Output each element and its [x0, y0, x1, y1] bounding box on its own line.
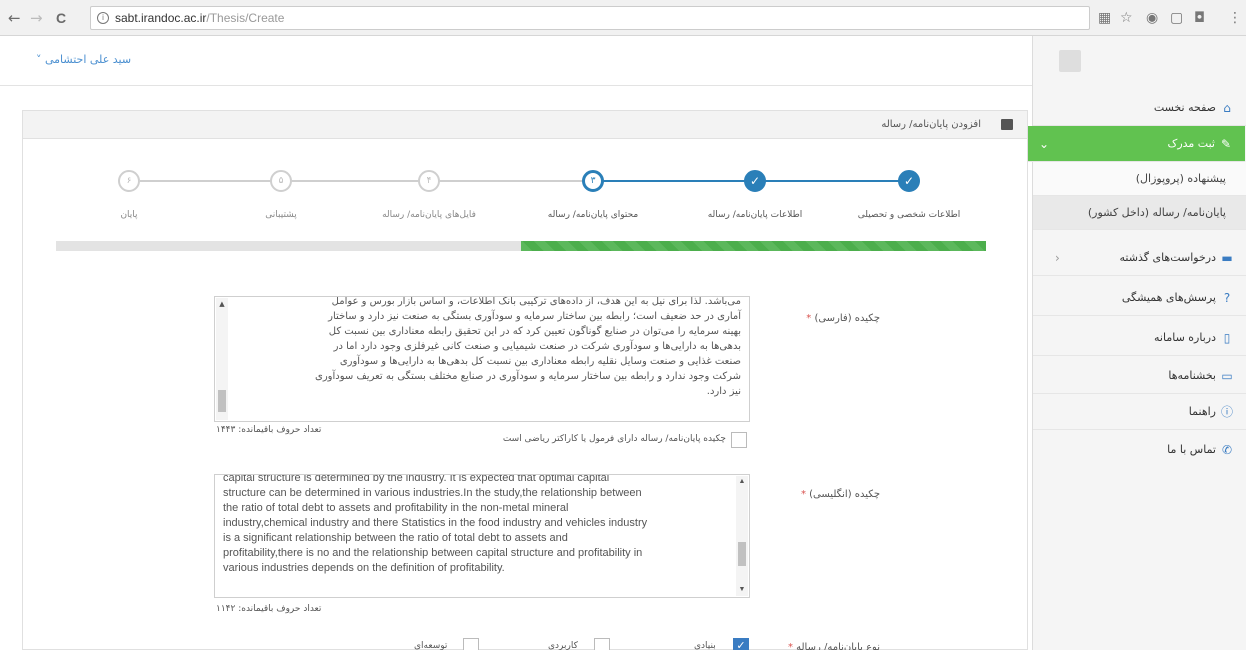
progress-bar-fill	[521, 241, 986, 251]
abstract-fa-line: می‌باشد. لذا برای نیل به این هدف، از داد…	[331, 296, 741, 307]
help-icon: ?	[1223, 291, 1231, 305]
sidebar-item-label: درخواست‌های گذشته	[1119, 251, 1216, 264]
user-menu[interactable]: سید علی احتشامی ˅	[36, 53, 131, 66]
back-icon[interactable]: ←	[8, 9, 21, 27]
sidebar-item-label: راهنما	[1188, 405, 1216, 418]
scroll-down-icon[interactable]: ▼	[738, 586, 746, 594]
sidebar-subitem-proposal[interactable]: پیشنهاده (پروپوزال)	[1033, 162, 1246, 196]
abstract-fa-line: شرکت وجود ندارد و رابطه بین ساختار سرمای…	[315, 371, 741, 382]
scroll-up-icon[interactable]: ▲	[738, 478, 746, 486]
field-label-text: نوع پایان‌نامه/ رساله	[796, 642, 880, 650]
home-icon: ⌂	[1223, 101, 1231, 115]
scrollbar[interactable]: ▲ ▼	[736, 476, 748, 596]
field-label-text: چکیده (انگلیسی)	[809, 489, 880, 500]
thesis-type-label: نوع پایان‌نامه/ رساله *	[770, 642, 880, 650]
abstract-en-line: capital structure is determined by the i…	[223, 474, 610, 484]
page-title: افزودن پایان‌نامه/ رساله	[881, 119, 981, 130]
panel-header: افزودن پایان‌نامه/ رساله	[23, 111, 1027, 139]
formula-checkbox-label: چکیده پایان‌نامه/ رساله دارای فرمول یا ک…	[502, 434, 726, 444]
sidebar-item-label: درباره سامانه	[1154, 331, 1216, 344]
sidebar-item-register[interactable]: ✎ ثبت مدرک ⌄	[1023, 126, 1245, 162]
url-path: /Thesis/Create	[206, 11, 285, 25]
abstract-fa-label: چکیده (فارسی) *	[806, 313, 880, 324]
reload-icon[interactable]: C	[56, 9, 66, 27]
translate-icon[interactable]: ▦	[1098, 9, 1111, 27]
extension-icon[interactable]: ▢	[1170, 9, 1183, 27]
type-option-label: کاربردی	[548, 641, 578, 650]
chevron-left-icon: ‹	[1055, 251, 1060, 265]
progress-bar	[56, 241, 986, 251]
sidebar-item-home[interactable]: ⌂ صفحه نخست	[1033, 90, 1246, 126]
document-icon: ▯	[1223, 331, 1231, 345]
abstract-en-counter: تعداد حروف باقیمانده: ۱۱۴۲	[216, 604, 322, 614]
abstract-fa-line: آماری در حد ضعیف است؛ رابطه بین ساختار س…	[328, 311, 741, 322]
sidebar-item-requests[interactable]: ▬ درخواست‌های گذشته ‹	[1033, 240, 1246, 276]
list-icon: ▬	[1221, 251, 1233, 265]
abstract-fa-line: نیز دارد.	[706, 386, 741, 397]
top-header: سید علی احتشامی ˅	[0, 36, 1032, 86]
abstract-fa-textarea[interactable]: ▲ می‌باشد. لذا برای نیل به این هدف، از د…	[214, 296, 750, 422]
scroll-up-icon[interactable]: ▲	[218, 300, 226, 308]
logo	[1059, 50, 1081, 72]
url-host: sabt.irandoc.ac.ir	[115, 11, 207, 25]
abstract-fa-line: بدهی‌ها به دارایی‌ها و سودآوری شرکت در ص…	[333, 341, 741, 352]
abstract-en-textarea[interactable]: ▲ ▼ capital structure is determined by t…	[214, 474, 750, 598]
scroll-thumb[interactable]	[218, 390, 226, 412]
sidebar-item-faq[interactable]: ? پرسش‌های همیشگی	[1033, 280, 1246, 316]
sidebar-item-label: صفحه نخست	[1153, 101, 1216, 114]
phone-icon: ✆	[1221, 443, 1233, 457]
chevron-down-icon: ⌄	[1039, 137, 1050, 151]
folder-icon: ▭	[1221, 369, 1233, 383]
type-fundamental-checkbox[interactable]: ✓	[733, 638, 749, 650]
abstract-fa-line: بهینه سرمایه را می‌توان در صنایع گوناگون…	[328, 326, 741, 337]
sidebar-item-label: تماس با ما	[1167, 443, 1216, 456]
sidebar: ⌂ صفحه نخست ✎ ثبت مدرک ⌄ پیشنهاده (پروپوزا…	[1023, 36, 1246, 650]
sidebar-item-contact[interactable]: ✆ تماس با ما	[1033, 432, 1246, 468]
formula-checkbox[interactable]	[731, 432, 747, 448]
type-applied-checkbox[interactable]	[594, 638, 610, 650]
abstract-en-line: is a significant relationship between th…	[223, 532, 568, 544]
bookmark-star-icon[interactable]: ☆	[1120, 9, 1133, 27]
info-icon: ⓘ	[1220, 405, 1233, 419]
type-option-label: بنیادی	[694, 641, 716, 650]
abstract-en-line: the ratio of total debt to assets and pr…	[223, 502, 569, 514]
forward-icon[interactable]: →	[30, 9, 43, 27]
browser-toolbar: ← → C i sabt.irandoc.ac.ir/Thesis/Create…	[0, 0, 1246, 36]
scrollbar[interactable]: ▲	[216, 298, 228, 420]
sidebar-item-label: پرسش‌های همیشگی	[1121, 291, 1216, 304]
extension-icon[interactable]: ◉	[1146, 9, 1158, 27]
sidebar-item-circulars[interactable]: ▭ بخشنامه‌ها	[1033, 358, 1246, 394]
sidebar-item-guide[interactable]: ⓘ راهنما	[1033, 394, 1246, 430]
edit-icon	[1001, 119, 1013, 130]
sidebar-item-label: ثبت مدرک	[1167, 137, 1215, 150]
abstract-fa-line: صنعت غذایی و صنعت وسایل نقلیه رابطه معنا…	[339, 356, 741, 367]
abstract-en-line: structure can be determined in various i…	[223, 487, 642, 499]
field-label-text: چکیده (فارسی)	[814, 313, 880, 324]
sidebar-subitem-thesis[interactable]: پایان‌نامه/ رساله (داخل کشور)	[1033, 196, 1246, 230]
edit-icon: ✎	[1220, 137, 1232, 151]
type-option-label: توسعه‌ای	[414, 641, 448, 650]
sidebar-item-about[interactable]: ▯ درباره سامانه	[1033, 320, 1246, 356]
abstract-en-line: industry,chemical industry and there Sta…	[223, 517, 648, 529]
menu-icon[interactable]: ⋮	[1228, 9, 1242, 27]
type-developmental-checkbox[interactable]	[463, 638, 479, 650]
info-icon[interactable]: i	[97, 12, 109, 24]
sidebar-item-label: بخشنامه‌ها	[1168, 369, 1216, 382]
abstract-en-line: profitability,there is no and the relati…	[223, 547, 643, 559]
scroll-thumb[interactable]	[738, 542, 746, 566]
abstract-en-line: various industries depends on the defini…	[223, 562, 505, 574]
abstract-fa-counter: تعداد حروف باقیمانده: ۱۴۴۳	[216, 425, 322, 435]
address-bar[interactable]: i sabt.irandoc.ac.ir/Thesis/Create	[90, 6, 1090, 30]
cast-icon[interactable]: ◘	[1194, 9, 1205, 27]
abstract-en-label: چکیده (انگلیسی) *	[800, 489, 880, 500]
